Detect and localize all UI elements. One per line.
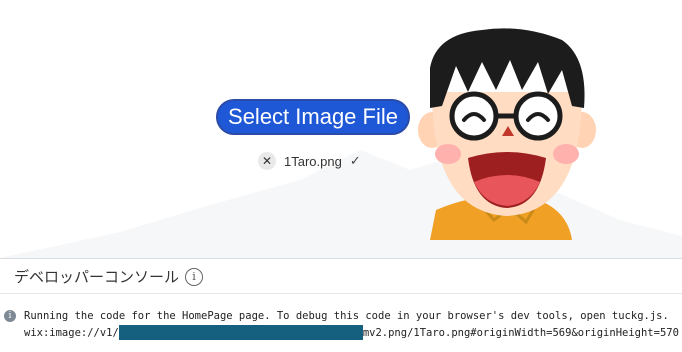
- info-icon: i: [4, 309, 16, 322]
- log-line: i Running the code for the HomePage page…: [4, 307, 679, 324]
- log-line: wix:image://v1/ mv2.png/1Taro.png#origin…: [4, 324, 679, 341]
- select-image-file-button[interactable]: Select Image File: [216, 99, 410, 135]
- log-url-suffix: mv2.png/1Taro.png#originWidth=569&origin…: [362, 326, 679, 339]
- redacted-block: [118, 325, 363, 340]
- log-message: Running the code for the HomePage page. …: [24, 309, 669, 322]
- file-name: 1Taro.png: [284, 153, 342, 169]
- uploaded-file-row: ✕ 1Taro.png ✓: [258, 151, 361, 171]
- close-icon[interactable]: ✕: [258, 152, 276, 170]
- console-header: デベロッパーコンソール i: [14, 266, 204, 287]
- checkmark-icon: ✓: [349, 153, 361, 168]
- console-divider: [0, 293, 682, 294]
- console-title: デベロッパーコンソール: [14, 268, 180, 286]
- console-log: i Running the code for the HomePage page…: [4, 307, 679, 341]
- uploaded-character-image: [418, 28, 596, 240]
- log-url-prefix: wix:image://v1/: [24, 326, 119, 339]
- info-icon[interactable]: i: [185, 267, 204, 286]
